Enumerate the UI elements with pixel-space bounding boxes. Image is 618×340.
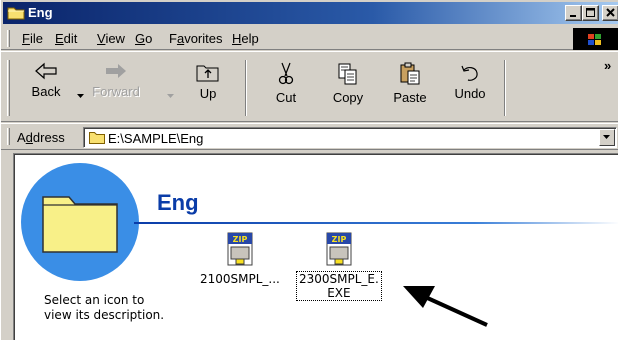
file-name: 2100SMPL_... xyxy=(200,272,280,286)
up-label: Up xyxy=(199,86,217,101)
folder-title-rule xyxy=(134,222,618,224)
back-dropdown-arrow[interactable] xyxy=(77,94,84,98)
up-folder-icon xyxy=(196,65,219,82)
copy-button[interactable]: Copy xyxy=(319,58,377,116)
file-item[interactable]: ZIP 2100SMPL_... xyxy=(200,232,280,286)
folder-view: Eng Select an icon to view its descripti… xyxy=(13,153,618,340)
address-value: E:\SAMPLE\Eng xyxy=(108,131,204,146)
address-dropdown-button[interactable] xyxy=(599,129,615,146)
copy-icon xyxy=(338,63,357,85)
zip-archive-icon: ZIP xyxy=(227,232,253,266)
file-item-selected[interactable]: ZIP 2300SMPL_E. EXE xyxy=(296,232,382,301)
maximize-icon xyxy=(586,8,595,17)
close-icon xyxy=(606,8,615,17)
svg-text:ZIP: ZIP xyxy=(332,235,347,244)
toolbar-separator xyxy=(245,60,247,116)
toolbar-separator xyxy=(504,60,506,116)
folder-icon xyxy=(7,6,25,20)
paste-label: Paste xyxy=(393,90,427,105)
toolbar-overflow-chevron[interactable]: » xyxy=(604,58,611,73)
folder-icon xyxy=(89,132,105,144)
maximize-button[interactable] xyxy=(582,5,599,21)
forward-dropdown-arrow[interactable] xyxy=(167,94,174,98)
paste-icon xyxy=(400,62,420,85)
menu-favorites[interactable]: Favorites xyxy=(169,31,222,46)
copy-label: Copy xyxy=(332,90,364,105)
menu-go[interactable]: Go xyxy=(135,31,152,46)
back-label: Back xyxy=(31,84,61,99)
windows-logo-icon xyxy=(573,28,618,50)
arrow-pointer-icon xyxy=(403,286,488,327)
toolbar-grip[interactable] xyxy=(7,60,10,116)
forward-button: Forward xyxy=(87,58,145,116)
undo-label: Undo xyxy=(454,86,486,101)
chevron-down-icon xyxy=(603,135,610,139)
menu-view[interactable]: View xyxy=(97,31,125,46)
address-field[interactable]: E:\SAMPLE\Eng xyxy=(83,127,617,148)
menu-help[interactable]: Help xyxy=(232,31,259,46)
folder-title: Eng xyxy=(157,190,199,215)
close-button[interactable] xyxy=(602,5,618,21)
large-folder-icon xyxy=(21,163,139,281)
menubar-grip[interactable] xyxy=(7,30,10,47)
menu-file[interactable]: File xyxy=(22,31,43,46)
undo-button[interactable]: Undo xyxy=(441,58,499,116)
scissors-icon xyxy=(278,62,294,85)
menu-bar: File Edit View Go Favorites Help xyxy=(1,26,618,50)
title-bar[interactable]: Eng xyxy=(3,2,618,24)
description-text: Select an icon to view its description. xyxy=(44,293,165,322)
menu-edit[interactable]: Edit xyxy=(55,31,77,46)
explorer-window: Eng File Edit View Go Favorites Help Bac… xyxy=(0,0,618,340)
address-bar: Address E:\SAMPLE\Eng xyxy=(1,123,618,150)
forward-arrow-icon xyxy=(106,64,126,78)
minimize-icon xyxy=(570,15,576,17)
zip-archive-icon: ZIP xyxy=(326,232,352,266)
paste-button[interactable]: Paste xyxy=(381,58,439,116)
window-title: Eng xyxy=(28,5,53,20)
back-button[interactable]: Back xyxy=(17,58,75,116)
up-button[interactable]: Up xyxy=(179,58,237,116)
back-arrow-icon xyxy=(35,62,57,80)
cut-button[interactable]: Cut xyxy=(257,58,315,116)
undo-icon xyxy=(461,65,478,81)
addressbar-grip[interactable] xyxy=(7,128,10,145)
forward-label: Forward xyxy=(92,84,140,99)
svg-text:ZIP: ZIP xyxy=(233,235,248,244)
cut-label: Cut xyxy=(275,90,297,105)
file-name: 2300SMPL_E. EXE xyxy=(296,271,382,301)
standard-toolbar: Back Forward Up Cut Copy Paste Undo » xyxy=(1,51,618,122)
address-label: Address xyxy=(17,130,65,145)
minimize-button[interactable] xyxy=(565,5,582,21)
